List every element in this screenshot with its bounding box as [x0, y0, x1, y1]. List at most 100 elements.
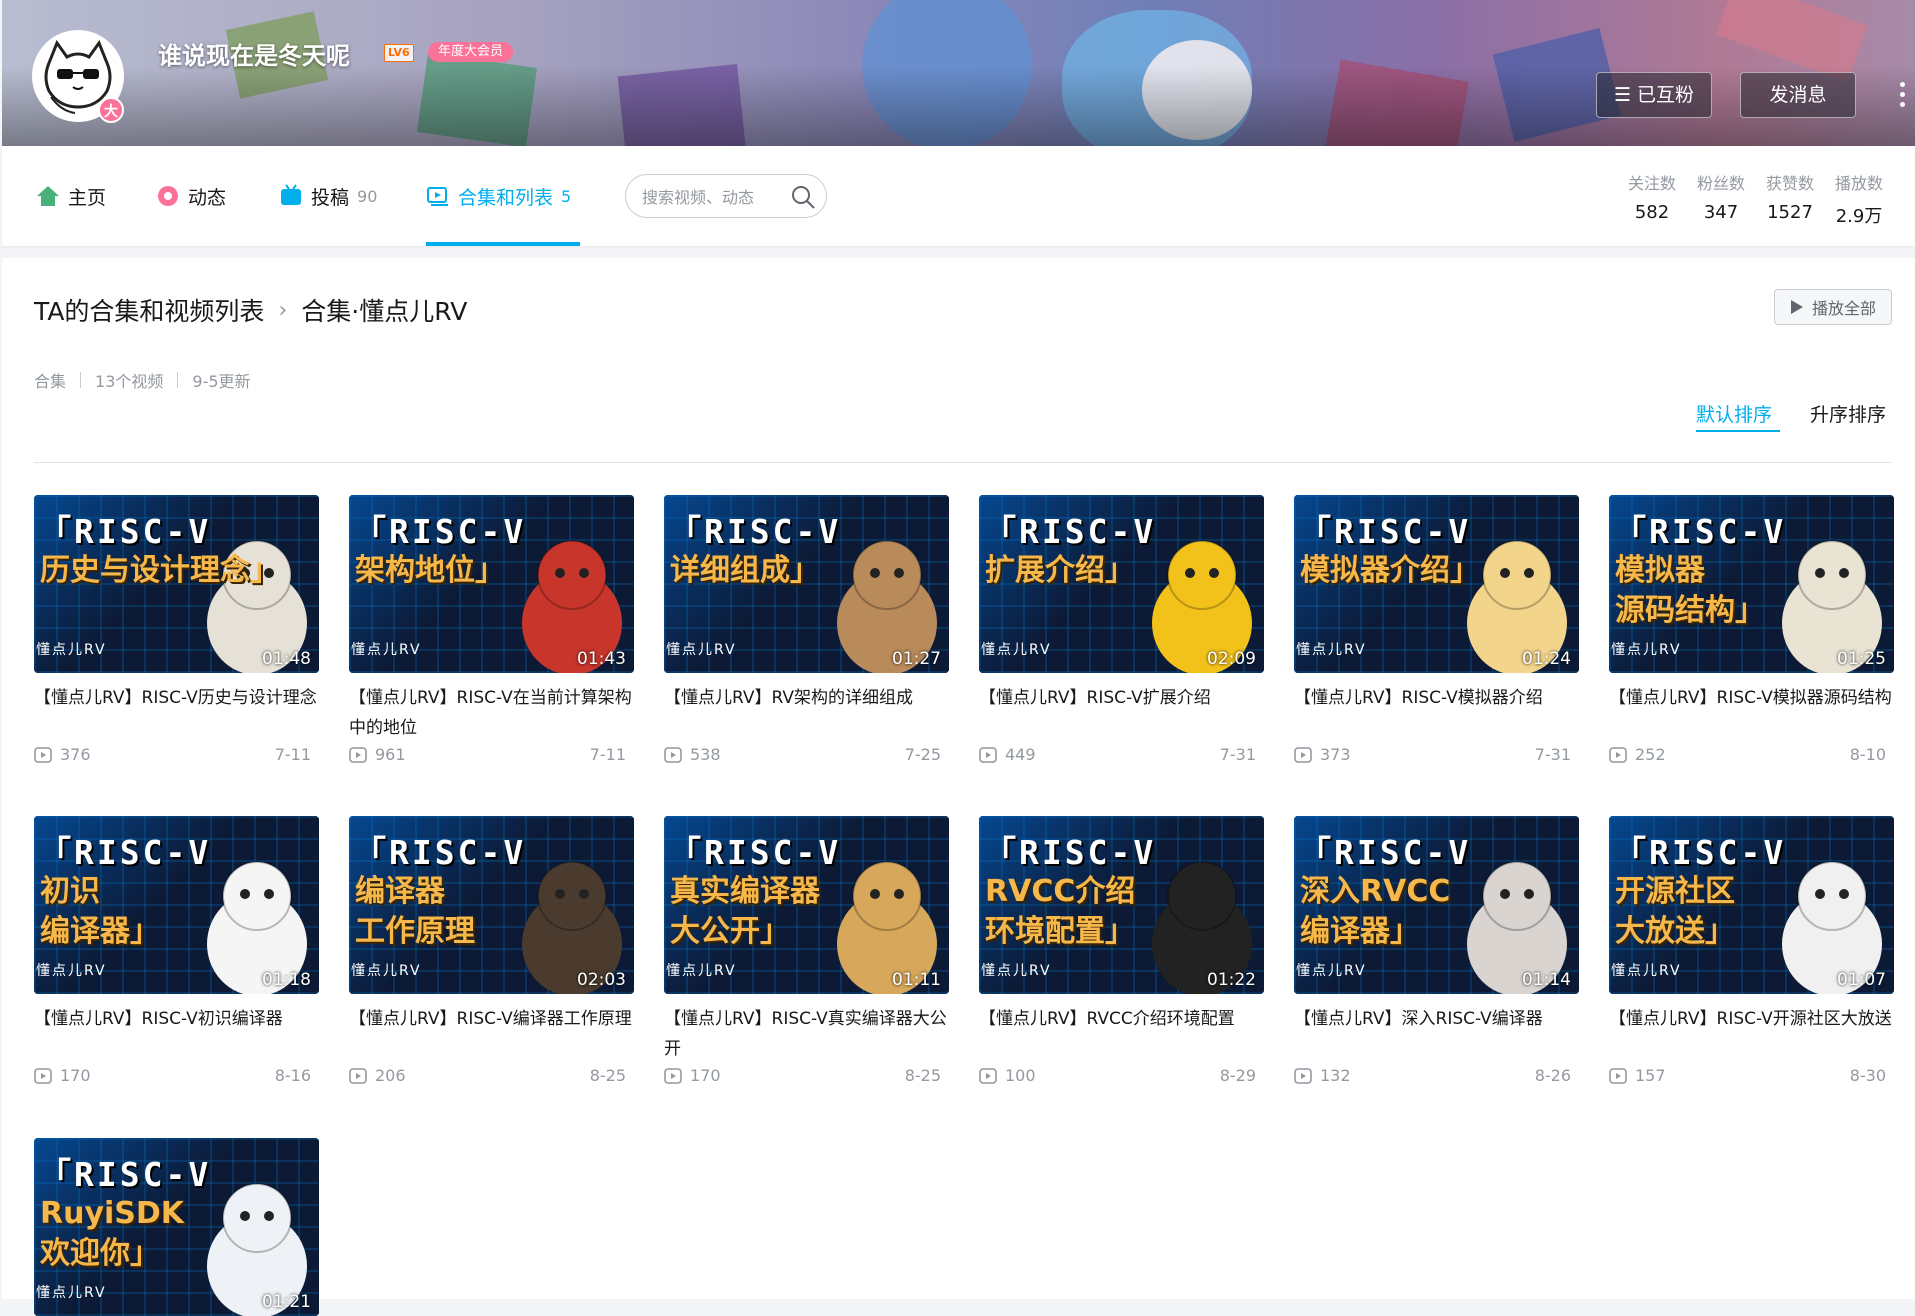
video-thumbnail[interactable]: 「RISC-V 真实编译器 大公开」 懂点儿RV 01:11 — [664, 816, 949, 994]
video-stats: 376 7-11 — [34, 745, 319, 767]
play-count-value: 373 — [1320, 745, 1351, 764]
play-count: 170 — [34, 1066, 91, 1085]
video-card[interactable]: 「RISC-V 扩展介绍」 懂点儿RV 02:09 【懂点儿RV】RISC-V扩展介绍 4… — [979, 495, 1264, 767]
tab-uploads[interactable]: 投稿 90 — [279, 146, 377, 246]
video-thumbnail[interactable]: 「RISC-V 深入RVCC 编译器」 懂点儿RV 01:14 — [1294, 816, 1579, 994]
username[interactable]: 谁说现在是冬天呢 — [158, 36, 350, 71]
thumbnail-brand: 懂点儿RV — [981, 963, 1052, 979]
play-count: 252 — [1609, 745, 1666, 764]
stat-followers[interactable]: 粉丝数 347 — [1697, 170, 1745, 223]
stat-following[interactable]: 关注数 582 — [1628, 170, 1676, 223]
breadcrumb-current: 合集·懂点儿RV — [301, 297, 468, 326]
video-title[interactable]: 【懂点儿RV】RISC-V初识编译器 — [34, 1004, 319, 1064]
thumbnail-subtitle: 初识 编译器」 — [40, 874, 160, 949]
video-card[interactable]: 「RISC-V 编译器 工作原理 懂点儿RV 02:03 【懂点儿RV】RISC-V编译… — [349, 816, 634, 1088]
video-stats: 449 7-31 — [979, 745, 1264, 767]
video-title[interactable]: 【懂点儿RV】RISC-V模拟器源码结构 — [1609, 683, 1894, 743]
publish-date: 7-11 — [274, 745, 311, 764]
video-thumbnail[interactable]: 「RISC-V 扩展介绍」 懂点儿RV 02:09 — [979, 495, 1264, 673]
tab-count: 90 — [357, 186, 378, 206]
menu-icon: ☰ — [1613, 84, 1638, 106]
video-duration: 01:14 — [1522, 970, 1571, 990]
video-thumbnail[interactable]: 「RISC-V 编译器 工作原理 懂点儿RV 02:03 — [349, 816, 634, 994]
video-thumbnail[interactable]: 「RISC-V 模拟器介绍」 懂点儿RV 01:24 — [1294, 495, 1579, 673]
video-card[interactable]: 「RISC-V RuyiSDK 欢迎你」 懂点儿RV 01:21 — [34, 1138, 319, 1316]
video-card[interactable]: 「RISC-V 详细组成」 懂点儿RV 01:27 【懂点儿RV】RV架构的详细组成 53… — [664, 495, 949, 767]
play-all-button[interactable]: 播放全部 — [1774, 289, 1892, 325]
video-thumbnail[interactable]: 「RISC-V 历史与设计理念」 懂点儿RV 01:48 — [34, 495, 319, 673]
thumbnail-brand: 懂点儿RV — [1296, 642, 1367, 658]
video-thumbnail[interactable]: 「RISC-V 开源社区 大放送」 懂点儿RV 01:07 — [1609, 816, 1894, 994]
more-options-icon[interactable] — [1898, 82, 1908, 112]
video-stats: 100 8-29 — [979, 1066, 1264, 1088]
video-thumbnail[interactable]: 「RISC-V 详细组成」 懂点儿RV 01:27 — [664, 495, 949, 673]
sort-ascending[interactable]: 升序排序 — [1810, 400, 1886, 427]
video-card[interactable]: 「RISC-V 历史与设计理念」 懂点儿RV 01:48 【懂点儿RV】RISC-V历史… — [34, 495, 319, 767]
video-title[interactable]: 【懂点儿RV】RISC-V编译器工作原理 — [349, 1004, 634, 1064]
video-thumbnail[interactable]: 「RISC-V RuyiSDK 欢迎你」 懂点儿RV 01:21 — [34, 1138, 319, 1316]
video-card[interactable]: 「RISC-V 初识 编译器」 懂点儿RV 01:18 【懂点儿RV】RISC-V初识编… — [34, 816, 319, 1088]
thumbnail-title: 「RISC-V — [1613, 512, 1787, 551]
video-title[interactable]: 【懂点儿RV】RISC-V在当前计算架构中的地位 — [349, 683, 634, 743]
video-duration: 01:43 — [577, 649, 626, 669]
video-card[interactable]: 「RISC-V 深入RVCC 编译器」 懂点儿RV 01:14 【懂点儿RV】深入RIS… — [1294, 816, 1579, 1088]
thumbnail-subtitle: 开源社区 大放送」 — [1615, 874, 1735, 949]
thumbnail-brand: 懂点儿RV — [36, 642, 107, 658]
video-title[interactable]: 【懂点儿RV】深入RISC-V编译器 — [1294, 1004, 1579, 1064]
play-count-icon — [979, 746, 997, 763]
play-count-value: 157 — [1635, 1066, 1666, 1085]
video-thumbnail[interactable]: 「RISC-V 架构地位」 懂点儿RV 01:43 — [349, 495, 634, 673]
search-input[interactable] — [640, 183, 784, 211]
collection-panel: TA的合集和视频列表 › 合集·懂点儿RV 播放全部 合集 13个视频 9-5更… — [2, 258, 1915, 1316]
video-thumbnail[interactable]: 「RISC-V 初识 编译器」 懂点儿RV 01:18 — [34, 816, 319, 994]
video-card[interactable]: 「RISC-V 模拟器介绍」 懂点儿RV 01:24 【懂点儿RV】RISC-V模拟器介… — [1294, 495, 1579, 767]
play-all-label: 播放全部 — [1811, 299, 1876, 318]
video-title[interactable]: 【懂点儿RV】RISC-V真实编译器大公开 — [664, 1004, 949, 1064]
collection-meta: 合集 13个视频 9-5更新 — [34, 368, 251, 392]
dynamic-icon — [158, 186, 178, 206]
video-stats: 252 8-10 — [1609, 745, 1894, 767]
publish-date: 8-25 — [904, 1066, 941, 1085]
publish-date: 7-31 — [1534, 745, 1571, 764]
thumbnail-title: 「RISC-V — [1298, 833, 1472, 872]
video-card[interactable]: 「RISC-V RVCC介绍 环境配置」 懂点儿RV 01:22 【懂点儿RV】RVCC… — [979, 816, 1264, 1088]
home-icon — [37, 186, 59, 206]
play-count: 206 — [349, 1066, 406, 1085]
play-count-value: 206 — [375, 1066, 406, 1085]
video-card[interactable]: 「RISC-V 开源社区 大放送」 懂点儿RV 01:07 【懂点儿RV】RISC-V开… — [1609, 816, 1894, 1088]
video-title[interactable]: 【懂点儿RV】RISC-V开源社区大放送 — [1609, 1004, 1894, 1064]
tab-label: 主页 — [68, 186, 107, 209]
video-card[interactable]: 「RISC-V 架构地位」 懂点儿RV 01:43 【懂点儿RV】RISC-V在当前计算… — [349, 495, 634, 767]
meta-type: 合集 — [34, 372, 67, 391]
stat-value: 347 — [1703, 202, 1739, 223]
thumbnail-title: 「RISC-V — [1298, 512, 1472, 551]
publish-date: 8-25 — [589, 1066, 626, 1085]
tab-collections[interactable]: 合集和列表 5 — [426, 146, 571, 246]
tab-home[interactable]: 主页 — [36, 146, 106, 246]
tab-dynamic[interactable]: 动态 — [156, 146, 226, 246]
video-thumbnail[interactable]: 「RISC-V RVCC介绍 环境配置」 懂点儿RV 01:22 — [979, 816, 1264, 994]
search-icon[interactable] — [790, 184, 816, 210]
thumbnail-brand: 懂点儿RV — [351, 642, 422, 658]
mutual-follow-button[interactable]: ☰ 已互粉 — [1596, 72, 1712, 118]
video-title[interactable]: 【懂点儿RV】RISC-V模拟器介绍 — [1294, 683, 1579, 743]
video-card[interactable]: 「RISC-V 真实编译器 大公开」 懂点儿RV 01:11 【懂点儿RV】RISC-V… — [664, 816, 949, 1088]
thumbnail-brand: 懂点儿RV — [666, 642, 737, 658]
thumbnail-brand: 懂点儿RV — [666, 963, 737, 979]
profile-nav: 主页 动态 投稿 90 合集和列表 5 关注数 582 粉丝数 347 获赞数 … — [2, 146, 1915, 246]
video-duration: 01:11 — [892, 970, 941, 990]
video-thumbnail[interactable]: 「RISC-V 模拟器 源码结构」 懂点儿RV 01:25 — [1609, 495, 1894, 673]
thumbnail-title: 「RISC-V — [668, 833, 842, 872]
breadcrumb-root[interactable]: TA的合集和视频列表 — [34, 292, 264, 328]
video-title[interactable]: 【懂点儿RV】RV架构的详细组成 — [664, 683, 949, 743]
video-title[interactable]: 【懂点儿RV】RVCC介绍环境配置 — [979, 1004, 1264, 1064]
video-card[interactable]: 「RISC-V 模拟器 源码结构」 懂点儿RV 01:25 【懂点儿RV】RISC-V模… — [1609, 495, 1894, 767]
video-title[interactable]: 【懂点儿RV】RISC-V历史与设计理念 — [34, 683, 319, 743]
send-message-button[interactable]: 发消息 — [1740, 72, 1856, 118]
video-title[interactable]: 【懂点儿RV】RISC-V扩展介绍 — [979, 683, 1264, 743]
play-count: 538 — [664, 745, 721, 764]
stat-value: 1527 — [1767, 202, 1813, 223]
vip-badge[interactable]: 年度大会员 — [428, 42, 514, 62]
sort-default[interactable]: 默认排序 — [1696, 400, 1772, 427]
tab-label: 合集和列表 — [458, 186, 554, 209]
